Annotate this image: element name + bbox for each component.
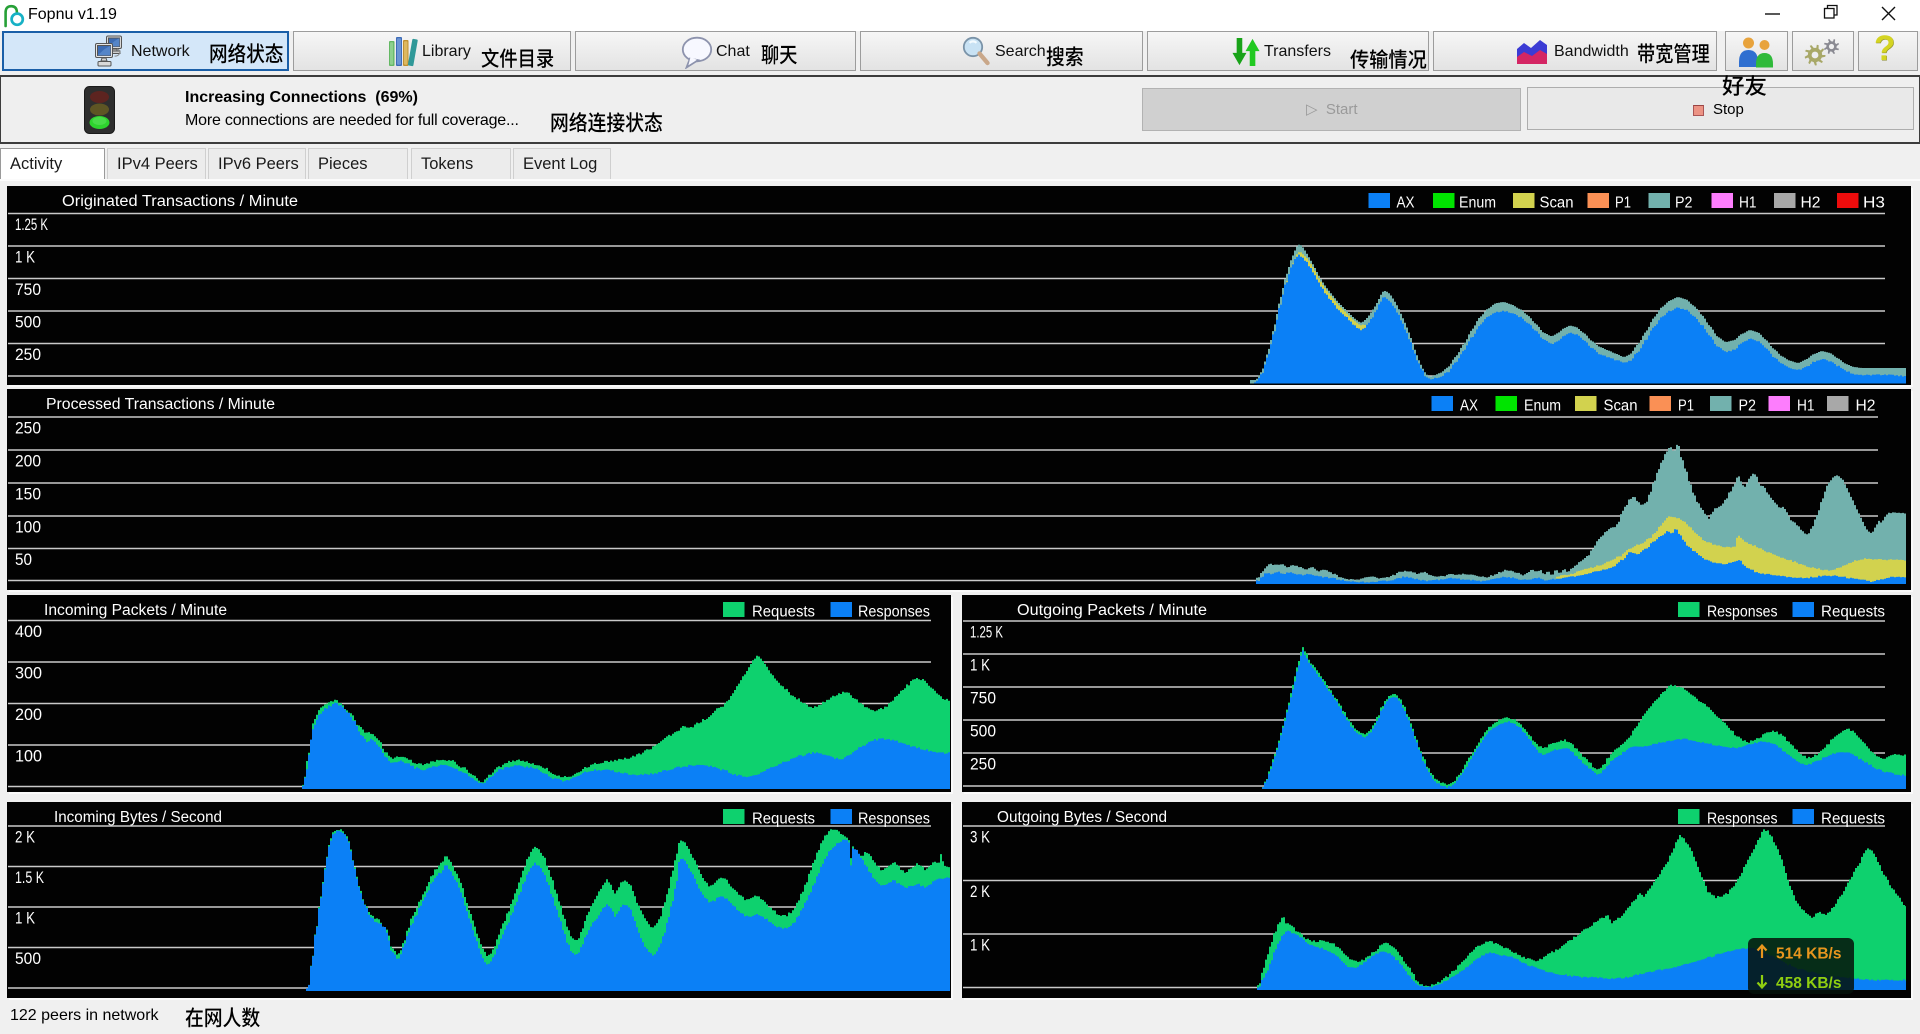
svg-text:H2: H2 — [1801, 195, 1821, 212]
svg-text:2 K: 2 K — [970, 882, 991, 901]
svg-text:1 K: 1 K — [970, 936, 991, 955]
svg-text:2 K: 2 K — [15, 828, 36, 847]
svg-text:750: 750 — [15, 280, 41, 299]
svg-text:Requests: Requests — [752, 604, 815, 621]
svg-text:H1: H1 — [1739, 195, 1757, 212]
svg-text:Outgoing Bytes / Second: Outgoing Bytes / Second — [997, 809, 1167, 826]
svg-text:AX: AX — [1397, 195, 1416, 212]
svg-text:250: 250 — [970, 755, 996, 774]
svg-text:400: 400 — [15, 622, 42, 641]
svg-text:P1: P1 — [1615, 195, 1631, 212]
svg-text:458 KB/s: 458 KB/s — [1776, 975, 1841, 992]
svg-text:200: 200 — [15, 452, 41, 471]
svg-text:1 K: 1 K — [15, 909, 36, 928]
svg-text:500: 500 — [15, 313, 41, 332]
svg-text:300: 300 — [15, 664, 42, 683]
svg-text:Requests: Requests — [1821, 604, 1885, 621]
svg-text:1.25 K: 1.25 K — [15, 215, 48, 234]
svg-text:750: 750 — [970, 689, 996, 708]
svg-text:Responses: Responses — [858, 811, 930, 828]
svg-text:P1: P1 — [1678, 398, 1694, 415]
svg-text:514 KB/s: 514 KB/s — [1776, 946, 1841, 963]
svg-text:P2: P2 — [1675, 195, 1693, 212]
svg-text:1.5 K: 1.5 K — [15, 868, 44, 887]
svg-text:100: 100 — [15, 747, 42, 766]
svg-text:Enum: Enum — [1459, 195, 1496, 212]
svg-text:Requests: Requests — [1821, 811, 1885, 828]
svg-text:200: 200 — [15, 705, 42, 724]
svg-text:H2: H2 — [1856, 398, 1876, 415]
svg-text:Responses: Responses — [858, 604, 930, 621]
svg-text:Scan: Scan — [1604, 398, 1638, 415]
svg-text:Incoming Packets / Minute: Incoming Packets / Minute — [44, 602, 227, 619]
svg-text:Outgoing Packets / Minute: Outgoing Packets / Minute — [1017, 602, 1207, 619]
svg-text:3 K: 3 K — [970, 828, 991, 847]
svg-text:1.25 K: 1.25 K — [970, 623, 1003, 642]
svg-text:AX: AX — [1460, 398, 1479, 415]
svg-text:250: 250 — [15, 345, 41, 364]
svg-text:Incoming Bytes / Second: Incoming Bytes / Second — [54, 809, 222, 826]
svg-text:Originated Transactions / Minu: Originated Transactions / Minute — [62, 193, 298, 210]
svg-text:100: 100 — [15, 518, 41, 537]
svg-text:1 K: 1 K — [15, 248, 36, 267]
svg-text:500: 500 — [15, 949, 41, 968]
svg-text:Processed Transactions / Minut: Processed Transactions / Minute — [46, 396, 275, 413]
svg-text:250: 250 — [15, 419, 41, 438]
svg-text:Scan: Scan — [1540, 195, 1574, 212]
svg-text:Requests: Requests — [752, 811, 815, 828]
svg-text:Responses: Responses — [1707, 811, 1778, 828]
svg-text:Enum: Enum — [1524, 398, 1561, 415]
svg-text:500: 500 — [970, 722, 996, 741]
svg-text:H1: H1 — [1797, 398, 1815, 415]
svg-text:H3: H3 — [1863, 195, 1885, 212]
svg-text:Responses: Responses — [1707, 604, 1778, 621]
svg-text:50: 50 — [15, 550, 32, 569]
svg-text:150: 150 — [15, 485, 41, 504]
svg-text:1 K: 1 K — [970, 656, 991, 675]
svg-text:P2: P2 — [1739, 398, 1757, 415]
